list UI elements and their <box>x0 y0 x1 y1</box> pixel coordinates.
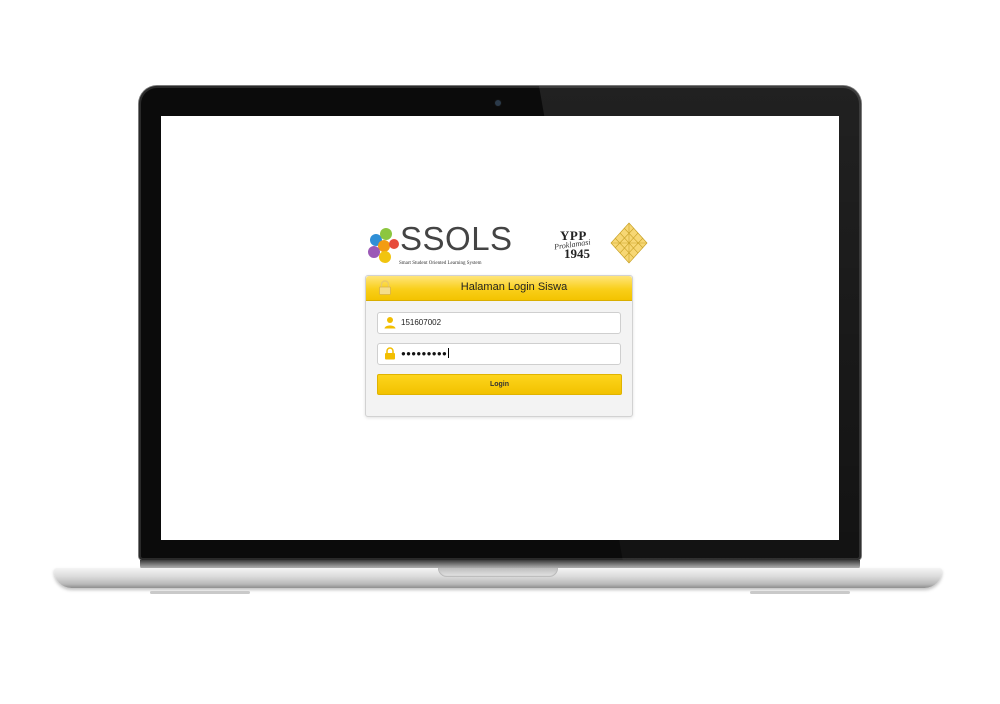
ypp-logo-year: 1945 <box>564 246 590 261</box>
opening-notch <box>438 568 558 577</box>
password-value-wrap: ●●●●●●●●● <box>401 348 450 358</box>
text-cursor <box>448 348 450 358</box>
password-value: ●●●●●●●●● <box>401 349 448 358</box>
password-field[interactable]: ●●●●●●●●● <box>377 343 621 365</box>
username-field[interactable]: 151607002 <box>377 312 621 334</box>
laptop-lid: SSOLS Smart Student Oriented Learning Sy… <box>139 86 861 560</box>
username-value: 151607002 <box>401 318 442 327</box>
user-icon <box>384 317 396 329</box>
padlock-icon <box>385 347 395 360</box>
ypp-logo: YPP Proklamasi 1945 <box>552 222 668 272</box>
logo-bar: SSOLS Smart Student Oriented Learning Sy… <box>366 220 668 272</box>
ssols-tagline: Smart Student Oriented Learning System <box>399 261 482 266</box>
laptop-screen: SSOLS Smart Student Oriented Learning Sy… <box>161 116 839 540</box>
ypp-emblem-icon <box>610 222 648 264</box>
login-panel: Halaman Login Siswa 151607002 ●●●●●●●●● … <box>365 275 633 417</box>
webcam <box>495 100 501 106</box>
laptop-foot-left <box>150 591 250 594</box>
login-panel-header: Halaman Login Siswa <box>366 276 632 301</box>
laptop-foot-right <box>750 591 850 594</box>
login-button[interactable]: Login <box>377 374 622 395</box>
login-panel-title: Halaman Login Siswa <box>460 281 568 293</box>
ssols-logo-text: SSOLS <box>400 220 513 257</box>
laptop-base <box>54 568 942 588</box>
